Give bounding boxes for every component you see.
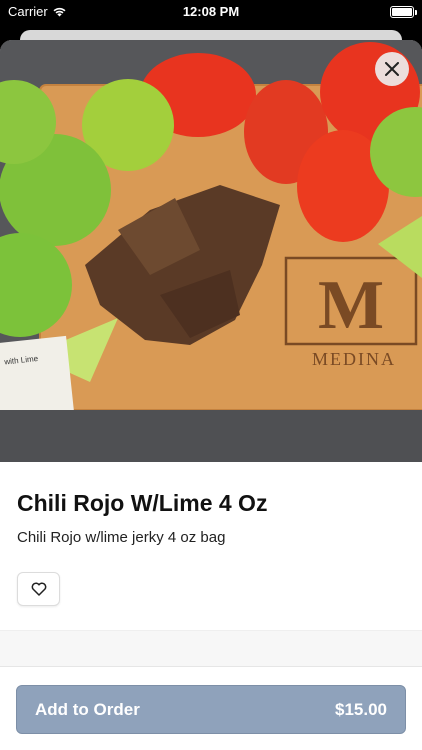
close-button[interactable]	[375, 52, 409, 86]
footer-divider	[0, 666, 422, 667]
battery-icon	[390, 6, 417, 18]
price-label: $15.00	[335, 699, 387, 719]
product-description: Chili Rojo w/lime jerky 4 oz bag	[17, 529, 226, 546]
product-image: M MEDINA with Lime	[0, 40, 422, 462]
status-time: 12:08 PM	[182, 4, 240, 19]
section-divider	[0, 630, 422, 666]
close-icon	[385, 62, 399, 76]
heart-icon	[31, 582, 46, 596]
product-title: Chili Rojo W/Lime 4 Oz	[17, 490, 268, 516]
board-brand: MEDINA	[312, 349, 396, 369]
status-bar: Carrier 12:08 PM	[0, 0, 422, 24]
add-to-order-button[interactable]: Add to Order $15.00	[16, 685, 406, 734]
product-info: Chili Rojo W/Lime 4 Oz Chili Rojo w/lime…	[0, 462, 422, 606]
favorite-button[interactable]	[17, 572, 60, 606]
board-monogram: M	[318, 267, 384, 344]
add-to-order-label: Add to Order	[35, 699, 140, 719]
product-sheet: M MEDINA with Lime Chili Rojo W/Lime 4 O…	[0, 40, 422, 750]
